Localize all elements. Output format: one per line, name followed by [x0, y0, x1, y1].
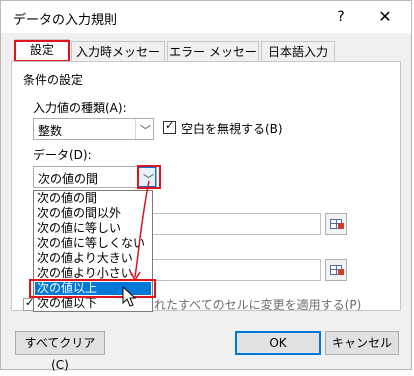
clear-all-button[interactable]: すべてクリア(C) — [15, 331, 105, 372]
help-icon: ? — [337, 9, 345, 25]
minimum-field[interactable] — [151, 213, 321, 235]
tab-ime[interactable]: 日本語入力 — [261, 41, 335, 61]
apply-all-label: れたすべてのセルに変更を適用する(P) — [154, 298, 362, 312]
dropdown-option[interactable]: 次の値に等しい — [35, 222, 151, 235]
dropdown-option[interactable]: 次の値より大きい — [35, 252, 151, 265]
data-value: 次の値の間 — [38, 172, 99, 186]
dropdown-option[interactable]: 次の値に等しくない — [35, 237, 151, 250]
help-button[interactable]: ? — [329, 5, 353, 29]
dialog-title: データの入力規則 — [13, 13, 118, 28]
tab-highlight-box — [14, 40, 70, 62]
ignore-blank-checkbox[interactable] — [163, 119, 176, 134]
allow-combo[interactable]: 整数 ﹀ — [33, 118, 154, 140]
selected-option-highlight — [29, 279, 156, 298]
allow-dropdown-button[interactable]: ﹀ — [135, 119, 153, 139]
section-label: 条件の設定 — [23, 73, 84, 87]
data-validation-dialog: データの入力規則 ? ✕ 設定 入力時メッセージ エラー メッセージ 日本語入力… — [0, 0, 412, 372]
chevron-down-icon: ﹀ — [140, 124, 151, 137]
tab-input-message[interactable]: 入力時メッセージ — [71, 41, 165, 79]
minimum-range-button[interactable] — [325, 213, 347, 235]
ignore-blank-label: 空白を無視する(B) — [181, 122, 283, 136]
range-select-mark — [338, 269, 344, 275]
dropdown-option[interactable]: 次の値の間 — [35, 192, 151, 205]
close-button[interactable]: ✕ — [373, 5, 397, 29]
allow-label: 入力値の種類(A): — [33, 101, 127, 115]
cancel-button[interactable]: キャンセル — [325, 331, 399, 355]
title-bar: データの入力規則 ? ✕ — [1, 1, 411, 33]
ok-button[interactable]: OK — [235, 331, 321, 355]
dropdown-option[interactable]: 次の値の間以外 — [35, 207, 151, 220]
dropdown-option[interactable]: 次の値以下 — [35, 297, 151, 310]
tab-error-message[interactable]: エラー メッセージ — [167, 41, 259, 79]
maximum-field[interactable] — [151, 259, 321, 281]
data-label: データ(D): — [33, 148, 92, 162]
range-select-mark — [338, 223, 344, 229]
allow-value: 整数 — [38, 124, 63, 138]
dropdown-arrow-highlight — [137, 165, 161, 189]
close-icon: ✕ — [378, 7, 392, 26]
maximum-range-button[interactable] — [325, 259, 347, 281]
